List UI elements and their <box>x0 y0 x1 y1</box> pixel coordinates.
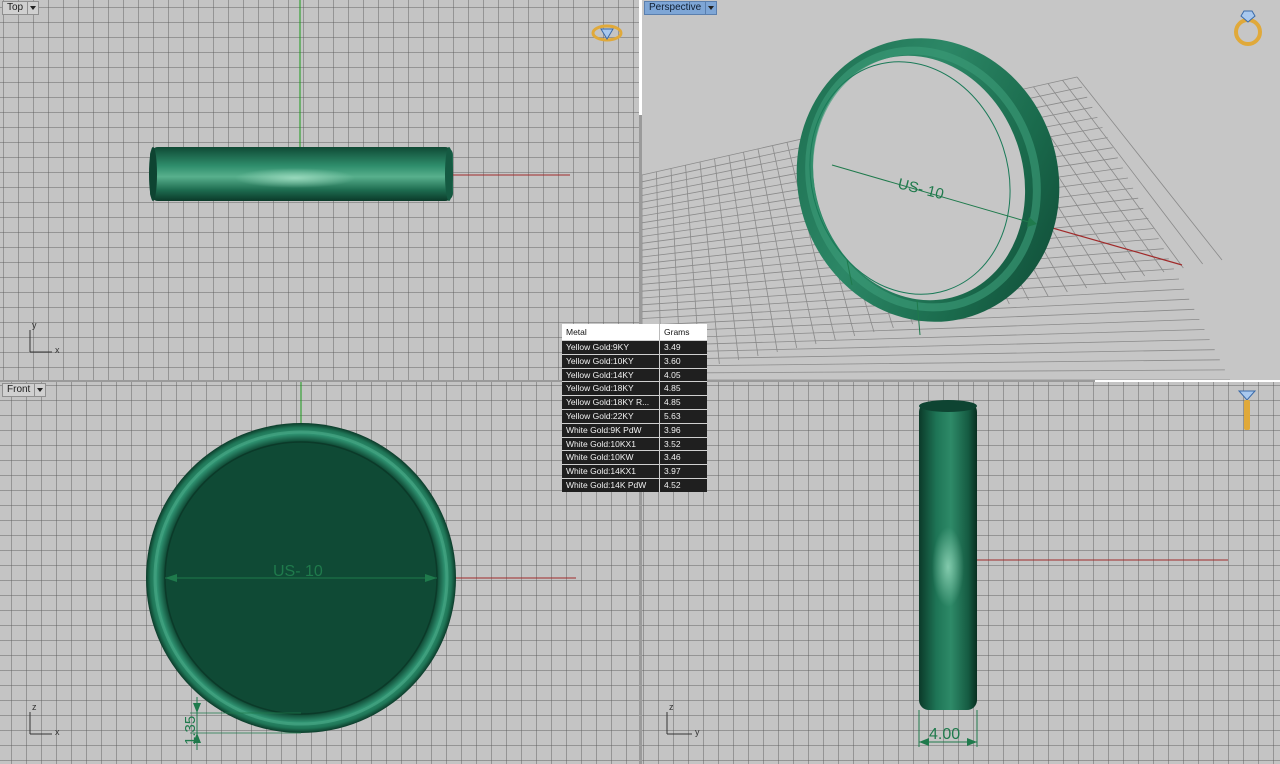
metal-grams: 3.52 <box>664 438 681 449</box>
axis-label-y: y <box>32 320 37 330</box>
axis-label-x: x <box>55 345 60 355</box>
table-row[interactable]: Yellow Gold:18KY R... 4.85 <box>562 395 707 409</box>
viewport-perspective[interactable]: Perspective US- 10 <box>642 0 1280 380</box>
metal-name: Yellow Gold:10KY <box>562 354 660 368</box>
column-header-metal: Metal <box>562 324 660 340</box>
viewport-right[interactable]: 4.00 z y <box>642 382 1280 764</box>
table-row[interactable]: Yellow Gold:9KY 3.49 <box>562 340 707 354</box>
metal-grams: 4.85 <box>664 383 681 394</box>
diamond-ring-icon[interactable] <box>590 22 624 44</box>
metal-name: White Gold:14KX1 <box>562 465 660 478</box>
axis-label-y: y <box>695 727 700 737</box>
front-view-canvas: US- 10 1.35 <box>29 382 576 750</box>
metal-name: Yellow Gold:18KY <box>562 382 660 396</box>
metal-name: Yellow Gold:9KY <box>562 341 660 354</box>
table-row[interactable]: White Gold:9K PdW 3.96 <box>562 422 707 437</box>
metal-name: Yellow Gold:22KY <box>562 409 660 423</box>
metal-name: White Gold:9K PdW <box>562 423 660 437</box>
top-view-canvas <box>29 0 570 353</box>
metal-name: White Gold:10KX1 <box>562 437 660 451</box>
metal-grams: 4.05 <box>664 369 681 380</box>
right-view-canvas: 4.00 <box>666 400 1228 747</box>
table-row[interactable]: Yellow Gold:10KY 3.60 <box>562 353 707 368</box>
width-label: 4.00 <box>929 726 960 743</box>
metal-name: Yellow Gold:18KY R... <box>562 396 660 409</box>
metal-grams: 3.97 <box>664 466 681 477</box>
metal-name: Yellow Gold:14KY <box>562 368 660 382</box>
table-row[interactable]: Yellow Gold:18KY 4.85 <box>562 381 707 396</box>
ring-size-label: US- 10 <box>273 563 323 580</box>
axis-label-z: z <box>669 702 674 712</box>
metal-name: White Gold:14K PdW <box>562 478 660 492</box>
column-header-grams: Grams <box>664 327 690 337</box>
perspective-view-canvas: US- 10 <box>642 38 1230 380</box>
table-row[interactable]: White Gold:10KX1 3.52 <box>562 436 707 451</box>
metal-grams: 3.49 <box>664 342 681 352</box>
metal-weight-table: Metal Grams Yellow Gold:9KY 3.49 Yellow Go… <box>562 324 707 492</box>
table-row[interactable]: Yellow Gold:14KY 4.05 <box>562 367 707 382</box>
table-header: Metal Grams <box>562 324 707 340</box>
table-row[interactable]: White Gold:14KX1 3.97 <box>562 464 707 478</box>
metal-grams: 4.85 <box>664 397 681 408</box>
table-row[interactable]: White Gold:14K PdW 4.52 <box>562 477 707 492</box>
metal-grams: 3.60 <box>664 355 681 366</box>
viewport-front[interactable]: Front US- 10 1.35 z x <box>0 382 639 764</box>
table-row[interactable]: White Gold:10KW 3.46 <box>562 450 707 465</box>
metal-grams: 5.63 <box>664 410 681 421</box>
gold-ring-icon[interactable] <box>1230 8 1266 48</box>
metal-name: White Gold:10KW <box>562 451 660 465</box>
thickness-label: 1.35 <box>182 716 199 745</box>
ring-side-icon[interactable] <box>1234 388 1260 432</box>
viewport-top[interactable]: Top y x <box>0 0 639 380</box>
axis-label-x: x <box>55 727 60 737</box>
metal-grams: 3.96 <box>664 424 681 435</box>
table-row[interactable]: Yellow Gold:22KY 5.63 <box>562 408 707 423</box>
metal-grams: 4.52 <box>664 479 681 490</box>
divider <box>1095 380 1280 382</box>
axis-label-z: z <box>32 702 37 712</box>
metal-grams: 3.46 <box>664 452 681 463</box>
